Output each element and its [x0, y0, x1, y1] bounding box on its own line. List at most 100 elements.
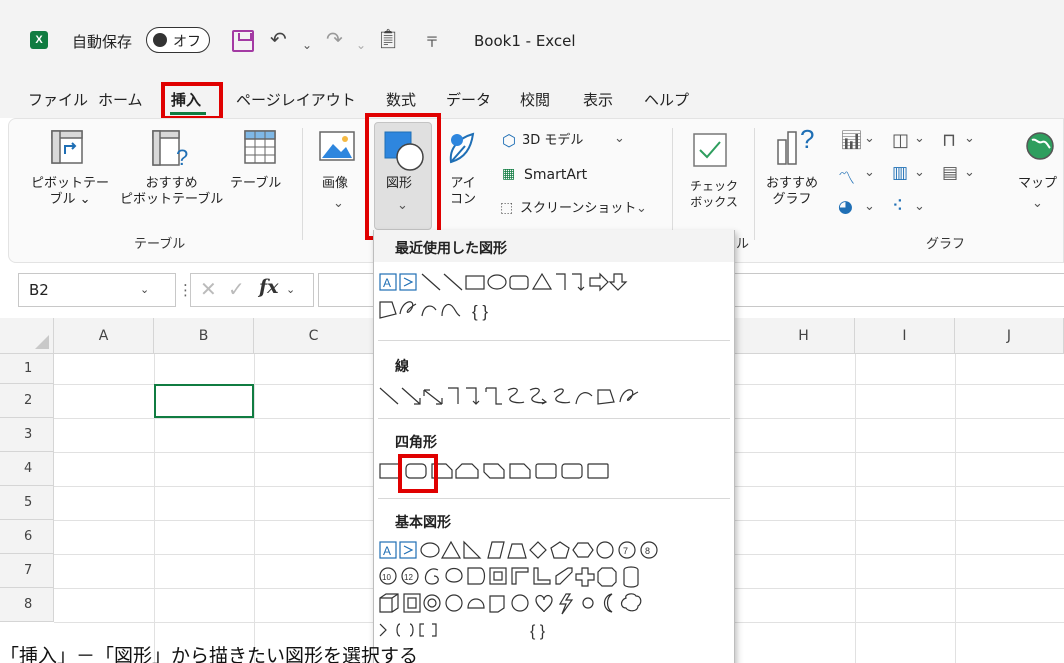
down-arrow-icon[interactable] [608, 273, 628, 291]
brace-pair-icon[interactable]: { } [472, 302, 488, 321]
line-arrow-icon[interactable] [401, 387, 421, 405]
folded-corner-icon[interactable] [489, 595, 505, 613]
tab-file[interactable]: ファイル [28, 89, 88, 110]
save-icon[interactable] [232, 30, 254, 52]
line-icon[interactable] [379, 387, 399, 405]
rectangle-icon[interactable] [379, 463, 401, 479]
name-box-dropdown-icon[interactable]: ⌄ [140, 283, 149, 296]
snip-round-rectangle-icon[interactable] [509, 463, 531, 479]
cloud-icon[interactable] [620, 593, 642, 612]
waterfall-chart-caret-icon[interactable]: ⌄ [964, 131, 975, 147]
column-header-i[interactable]: I [855, 318, 955, 354]
tab-view[interactable]: 表示 [583, 89, 613, 110]
column-header-a[interactable]: A [54, 318, 154, 354]
combo-chart-icon[interactable]: ▤ [942, 163, 958, 183]
diagonal-stripe-icon[interactable] [555, 567, 573, 585]
elbow-connector-icon[interactable] [448, 387, 459, 404]
curve-icon[interactable] [421, 305, 437, 317]
right-arrow-icon[interactable] [589, 272, 609, 292]
undo-dropdown-icon[interactable]: ⌄ [302, 33, 312, 57]
sun-icon[interactable] [582, 597, 594, 609]
hexagon-icon[interactable] [572, 542, 594, 558]
freeform-shape-icon[interactable] [597, 389, 615, 405]
double-bracket-icon[interactable] [379, 623, 387, 637]
function-dropdown-icon[interactable]: ⌄ [286, 283, 295, 296]
dodecagon-10-icon[interactable]: 10 [379, 567, 397, 585]
undo-icon[interactable]: ↶ [270, 27, 287, 51]
line-chart-icon[interactable]: 〽︎ [838, 164, 855, 189]
selected-cell-b2[interactable] [154, 384, 254, 418]
right-square-bracket-icon[interactable] [432, 623, 437, 637]
elbow-double-arrow-icon[interactable] [485, 387, 502, 405]
block-arc-icon[interactable] [467, 598, 485, 609]
pie-icon[interactable] [424, 568, 439, 585]
row-header-7[interactable]: 7 [0, 554, 54, 588]
snip-single-corner-rectangle-icon[interactable] [431, 463, 453, 479]
lightning-bolt-icon[interactable] [558, 593, 574, 615]
diamond-icon[interactable] [529, 541, 547, 559]
round-diagonal-rectangle-icon[interactable] [587, 463, 609, 479]
parallelogram-icon[interactable] [487, 541, 505, 559]
hierarchy-chart-icon[interactable]: ◫ [892, 130, 909, 151]
moon-icon[interactable] [603, 593, 613, 613]
scatter-chart-caret-icon[interactable]: ⌄ [914, 199, 925, 215]
tab-home[interactable]: ホーム [98, 89, 143, 110]
l-shape-icon[interactable] [533, 567, 551, 585]
curved-double-arrow-icon[interactable] [553, 388, 571, 404]
pie-chart-caret-icon[interactable]: ⌄ [864, 199, 875, 215]
cube-icon[interactable] [379, 593, 399, 613]
oval-icon[interactable] [420, 542, 440, 558]
bevel-icon[interactable] [403, 593, 421, 613]
left-bracket-icon[interactable] [396, 623, 401, 637]
tab-review[interactable]: 校閲 [520, 89, 550, 110]
pie-chart-icon[interactable]: ◕ [838, 197, 853, 217]
insert-function-icon[interactable]: fx [259, 276, 279, 298]
decagon-icon[interactable]: 8 [640, 541, 658, 559]
can-icon[interactable] [623, 566, 639, 588]
rounded-rectangle-icon[interactable] [509, 275, 529, 290]
tab-page-layout[interactable]: ページレイアウト [236, 89, 356, 110]
cross-icon[interactable] [575, 567, 595, 587]
dodecagon-12-icon[interactable]: 12 [401, 567, 419, 585]
statistic-chart-caret-icon[interactable]: ⌄ [914, 165, 925, 181]
smiley-face-icon[interactable] [511, 594, 529, 612]
scatter-chart-icon[interactable]: ⠪ [892, 197, 903, 215]
heptagon-icon[interactable] [596, 541, 614, 559]
round-single-corner-rectangle-icon[interactable] [535, 463, 557, 479]
octagon-icon[interactable]: 7 [618, 541, 636, 559]
pentagon-icon[interactable] [550, 541, 570, 559]
vertical-textbox-icon[interactable] [399, 541, 417, 559]
round-same-side-rectangle-icon[interactable] [561, 463, 583, 479]
shapes-button[interactable]: 図形 ⌄ [374, 122, 432, 230]
brace-pair-icon[interactable]: { } [530, 623, 546, 640]
left-square-bracket-icon[interactable] [419, 623, 424, 637]
tab-help[interactable]: ヘルプ [644, 89, 689, 110]
column-chart-icon[interactable]: 📊︎ [840, 130, 863, 151]
scribble-icon[interactable] [619, 389, 639, 403]
textbox-icon[interactable]: A [379, 541, 397, 559]
enter-icon[interactable]: ✓ [228, 277, 245, 301]
oval-icon[interactable] [487, 274, 507, 290]
right-bracket-icon[interactable] [409, 623, 414, 637]
teardrop-icon[interactable] [467, 567, 486, 585]
customize-quick-access-icon[interactable]: 〒 [425, 31, 439, 55]
row-header-2[interactable]: 2 [0, 384, 54, 418]
scribble-icon[interactable] [399, 301, 417, 315]
paste-icon[interactable]: 📋︎ [376, 27, 400, 51]
statistic-chart-icon[interactable]: ▥ [892, 163, 908, 183]
double-arrow-line-icon[interactable] [423, 389, 443, 405]
plaque-icon[interactable] [597, 567, 617, 587]
textbox-icon[interactable]: A [379, 273, 397, 291]
tab-insert[interactable]: 挿入 [171, 89, 201, 110]
column-header-b[interactable]: B [154, 318, 254, 354]
select-all-corner[interactable] [0, 318, 54, 354]
trapezoid-icon[interactable] [507, 543, 527, 559]
elbow-arrow-icon[interactable] [466, 387, 480, 405]
tab-formulas[interactable]: 数式 [386, 89, 416, 110]
frame-icon[interactable] [489, 567, 507, 585]
row-header-3[interactable]: 3 [0, 418, 54, 452]
redo-dropdown-icon[interactable]: ⌄ [356, 33, 366, 57]
elbow-connector-icon[interactable] [556, 273, 566, 290]
donut-icon[interactable] [423, 594, 441, 612]
combo-chart-caret-icon[interactable]: ⌄ [964, 165, 975, 181]
